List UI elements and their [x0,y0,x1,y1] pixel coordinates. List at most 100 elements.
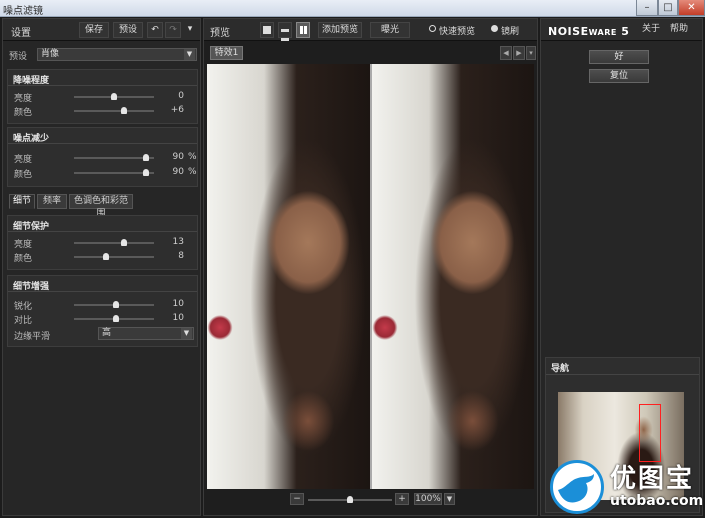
about-button[interactable]: 关于 [640,22,662,38]
watermark-text: 优图宝 [610,464,695,494]
brand-header: NOISEWARE 5 关于 帮助 [541,19,702,41]
preview-viewport[interactable] [207,64,534,489]
preset-select[interactable]: 肖像 ▼ [37,48,197,61]
slider-thumb[interactable] [112,315,119,322]
zoom-in-button[interactable]: + [395,493,409,505]
zoom-dropdown-icon[interactable]: ▼ [444,493,455,505]
color-slider[interactable] [74,253,154,260]
slider-value: 10 [172,299,184,309]
slider-label: 亮度 [14,155,33,165]
window-title: 噪点滤镜 [3,6,43,17]
bird-logo-icon [550,460,604,514]
noise-level-section: 降噪程度 亮度 0 颜色 +6 [7,69,198,124]
fast-preview-radio[interactable] [429,25,436,32]
sharpen-slider[interactable] [74,301,154,308]
slider-unit: % [188,152,197,162]
contrast-slider[interactable] [74,315,154,322]
menu-arrow-icon[interactable]: ▾ [183,22,197,38]
slider-label: 颜色 [14,108,33,118]
preset-button[interactable]: 预设 [113,22,143,38]
fast-preview-label: 快速预览 [439,27,476,37]
preview-panel: 预览 添加预览 曝光 快速预览 镜刷 特效1 ◀ ▶ ▾ − + 100% ▼ [203,18,538,516]
vertical-split-icon[interactable] [296,22,310,38]
settings-title: 设置 [11,28,31,39]
window-titlebar: 噪点滤镜 – □ ✕ [0,0,705,17]
zoom-level[interactable]: 100% [414,493,442,505]
slider-label: 锐化 [14,302,33,312]
slider-value: 0 [178,91,184,101]
reset-button[interactable]: 复位 [589,69,649,83]
horizontal-split-icon[interactable] [278,22,292,41]
slider-label: 亮度 [14,94,33,104]
info-panel: NOISEWARE 5 关于 帮助 好 复位 导航 [540,18,703,516]
detail-enhance-section: 细节增强 锐化 10 对比 10 边缘平滑 高 ▼ [7,275,198,347]
slider-value: 8 [178,251,184,261]
slider-value: +6 [170,105,184,115]
slider-value: 90 [172,167,184,177]
watermark: 优图宝 utobao.com [548,458,704,516]
original-photo [207,64,370,489]
slider-label: 亮度 [14,240,33,250]
color-slider[interactable] [74,107,154,114]
chevron-down-icon: ▼ [184,49,195,60]
slider-thumb[interactable] [143,169,149,176]
slider-thumb[interactable] [120,107,127,114]
single-view-icon[interactable] [260,22,274,38]
color-slider[interactable] [74,169,154,176]
detail-protection-section: 细节保护 亮度 13 颜色 8 [7,215,198,270]
close-button[interactable]: ✕ [678,0,705,16]
split-divider[interactable] [370,64,372,489]
preview-header: 预览 添加预览 曝光 快速预览 镜刷 [204,19,537,41]
slider-value: 10 [172,313,184,323]
edge-smooth-value: 高 [102,328,112,338]
chevron-down-icon: ▼ [181,328,192,339]
preview-title: 预览 [210,28,230,39]
edge-smooth-label: 边缘平滑 [14,332,51,342]
exposure-button[interactable]: 曝光 [370,22,410,38]
tab-frequency[interactable]: 频率 [37,194,67,209]
add-preview-button[interactable]: 添加预览 [318,22,362,38]
luminance-slider[interactable] [74,239,154,246]
slider-thumb[interactable] [103,253,109,260]
watermark-url: utobao.com [610,493,704,509]
slider-unit: % [188,167,197,177]
noise-reduction-section: 噪点减少 亮度 90 % 颜色 90 % [7,127,198,187]
tab-tone-color-range[interactable]: 色调色和彩范围 [69,194,133,219]
luminance-slider[interactable] [74,93,154,100]
tab-menu-icon[interactable]: ▾ [526,46,536,60]
undo-icon[interactable]: ↶ [147,22,163,38]
tab-detail[interactable]: 细节 [9,194,35,209]
slider-value: 13 [172,237,184,247]
zoom-slider[interactable] [308,496,392,503]
slider-label: 对比 [14,316,33,326]
tab-prev-icon[interactable]: ◀ [500,46,512,60]
preset-select-value: 肖像 [41,49,60,59]
settings-panel: 设置 保存 预设 ↶ ↷ ▾ 预设 肖像 ▼ 降噪程度 亮度 0 颜色 +6 噪… [2,18,201,516]
slider-thumb[interactable] [111,93,117,100]
filtered-photo [372,64,534,489]
help-button[interactable]: 帮助 [667,22,691,38]
minimize-button[interactable]: – [636,0,658,16]
tab-next-icon[interactable]: ▶ [513,46,525,60]
slider-value: 90 [172,152,184,162]
noiseware-logo: NOISEWARE 5 [548,25,630,38]
zoom-out-button[interactable]: − [290,493,304,505]
preset-label: 预设 [9,52,28,62]
slider-label: 颜色 [14,254,33,264]
navigator-view-rect[interactable] [639,404,661,462]
lens-radio[interactable] [491,25,498,32]
maximize-button[interactable]: □ [658,0,678,16]
image-tab[interactable]: 特效1 [210,46,243,60]
redo-icon[interactable]: ↷ [165,22,181,38]
slider-thumb[interactable] [121,239,128,246]
slider-thumb[interactable] [143,154,149,161]
navigator-title: 导航 [551,364,570,374]
zoom-slider-thumb[interactable] [347,496,353,503]
lens-label: 镜刷 [501,27,520,37]
luminance-slider[interactable] [74,154,154,161]
ok-button[interactable]: 好 [589,50,649,64]
slider-thumb[interactable] [112,301,119,308]
edge-smooth-select[interactable]: 高 ▼ [98,327,194,340]
settings-header: 设置 保存 预设 ↶ ↷ ▾ [3,19,200,41]
save-button[interactable]: 保存 [79,22,109,38]
